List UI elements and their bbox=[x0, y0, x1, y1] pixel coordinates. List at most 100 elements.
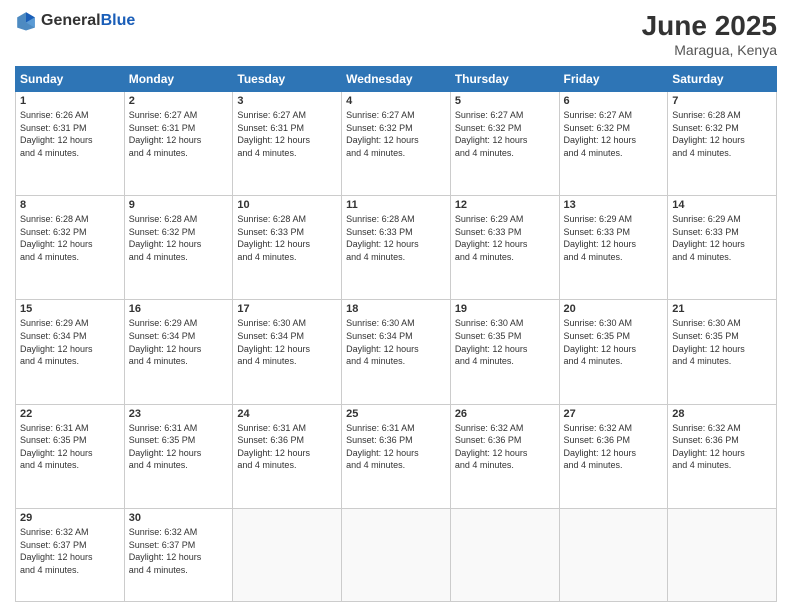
day-number: 20 bbox=[564, 303, 664, 315]
calendar-cell: 11 Sunrise: 6:28 AMSunset: 6:33 PMDayligh… bbox=[342, 196, 451, 300]
calendar-cell: 2 Sunrise: 6:27 AMSunset: 6:31 PMDaylight… bbox=[124, 92, 233, 196]
calendar-cell: 13 Sunrise: 6:29 AMSunset: 6:33 PMDayligh… bbox=[559, 196, 668, 300]
week-row-4: 22 Sunrise: 6:31 AMSunset: 6:35 PMDayligh… bbox=[16, 404, 777, 508]
calendar-cell: 17 Sunrise: 6:30 AMSunset: 6:34 PMDayligh… bbox=[233, 300, 342, 404]
day-info: Sunrise: 6:30 AMSunset: 6:34 PMDaylight:… bbox=[346, 317, 446, 367]
week-row-5: 29Sunrise: 6:32 AMSunset: 6:37 PMDayligh… bbox=[16, 508, 777, 601]
day-info: Sunrise: 6:29 AMSunset: 6:34 PMDaylight:… bbox=[129, 317, 229, 367]
weekday-header-friday: Friday bbox=[559, 67, 668, 92]
calendar-cell: 18 Sunrise: 6:30 AMSunset: 6:34 PMDayligh… bbox=[342, 300, 451, 404]
day-info: Sunrise: 6:31 AMSunset: 6:35 PMDaylight:… bbox=[20, 422, 120, 472]
day-info: Sunrise: 6:32 AMSunset: 6:37 PMDaylight:… bbox=[129, 526, 229, 576]
calendar-cell: 19 Sunrise: 6:30 AMSunset: 6:35 PMDayligh… bbox=[450, 300, 559, 404]
day-info: Sunrise: 6:27 AMSunset: 6:32 PMDaylight:… bbox=[564, 109, 664, 159]
calendar-cell: 1Sunrise: 6:26 AMSunset: 6:31 PMDaylight… bbox=[16, 92, 125, 196]
day-info: Sunrise: 6:30 AMSunset: 6:35 PMDaylight:… bbox=[564, 317, 664, 367]
logo: GeneralBlue bbox=[15, 10, 135, 32]
calendar-cell: 20 Sunrise: 6:30 AMSunset: 6:35 PMDayligh… bbox=[559, 300, 668, 404]
calendar-cell: 29Sunrise: 6:32 AMSunset: 6:37 PMDayligh… bbox=[16, 508, 125, 601]
day-number: 22 bbox=[20, 408, 120, 420]
day-info: Sunrise: 6:30 AMSunset: 6:34 PMDaylight:… bbox=[237, 317, 337, 367]
calendar-cell: 6 Sunrise: 6:27 AMSunset: 6:32 PMDaylight… bbox=[559, 92, 668, 196]
calendar-cell: 25 Sunrise: 6:31 AMSunset: 6:36 PMDayligh… bbox=[342, 404, 451, 508]
day-number: 19 bbox=[455, 303, 555, 315]
day-number: 13 bbox=[564, 199, 664, 211]
day-info: Sunrise: 6:30 AMSunset: 6:35 PMDaylight:… bbox=[672, 317, 772, 367]
day-info: Sunrise: 6:28 AMSunset: 6:33 PMDaylight:… bbox=[237, 213, 337, 263]
day-number: 16 bbox=[129, 303, 229, 315]
logo-general: General bbox=[41, 12, 101, 29]
calendar-cell: 28 Sunrise: 6:32 AMSunset: 6:36 PMDayligh… bbox=[668, 404, 777, 508]
day-info: Sunrise: 6:31 AMSunset: 6:35 PMDaylight:… bbox=[129, 422, 229, 472]
title-area: June 2025 Maragua, Kenya bbox=[642, 10, 777, 58]
calendar-cell bbox=[668, 508, 777, 601]
logo-text: GeneralBlue bbox=[41, 12, 135, 30]
day-info: Sunrise: 6:28 AMSunset: 6:32 PMDaylight:… bbox=[129, 213, 229, 263]
day-number: 15 bbox=[20, 303, 120, 315]
day-number: 11 bbox=[346, 199, 446, 211]
calendar-cell: 27 Sunrise: 6:32 AMSunset: 6:36 PMDayligh… bbox=[559, 404, 668, 508]
calendar-cell: 22 Sunrise: 6:31 AMSunset: 6:35 PMDayligh… bbox=[16, 404, 125, 508]
calendar-cell: 3 Sunrise: 6:27 AMSunset: 6:31 PMDaylight… bbox=[233, 92, 342, 196]
week-row-3: 15 Sunrise: 6:29 AMSunset: 6:34 PMDayligh… bbox=[16, 300, 777, 404]
day-number: 12 bbox=[455, 199, 555, 211]
day-info: Sunrise: 6:32 AMSunset: 6:36 PMDaylight:… bbox=[455, 422, 555, 472]
logo-blue: Blue bbox=[101, 12, 136, 29]
day-info: Sunrise: 6:30 AMSunset: 6:35 PMDaylight:… bbox=[455, 317, 555, 367]
day-info: Sunrise: 6:27 AMSunset: 6:31 PMDaylight:… bbox=[237, 109, 337, 159]
calendar-table: SundayMondayTuesdayWednesdayThursdayFrid… bbox=[15, 66, 777, 602]
day-number: 18 bbox=[346, 303, 446, 315]
day-info: Sunrise: 6:31 AMSunset: 6:36 PMDaylight:… bbox=[237, 422, 337, 472]
day-info: Sunrise: 6:28 AMSunset: 6:32 PMDaylight:… bbox=[672, 109, 772, 159]
day-info: Sunrise: 6:29 AMSunset: 6:34 PMDaylight:… bbox=[20, 317, 120, 367]
day-number: 14 bbox=[672, 199, 772, 211]
day-number: 27 bbox=[564, 408, 664, 420]
calendar-cell bbox=[450, 508, 559, 601]
day-info: Sunrise: 6:28 AMSunset: 6:33 PMDaylight:… bbox=[346, 213, 446, 263]
page: GeneralBlue June 2025 Maragua, Kenya Sun… bbox=[0, 0, 792, 612]
day-info: Sunrise: 6:31 AMSunset: 6:36 PMDaylight:… bbox=[346, 422, 446, 472]
day-number: 6 bbox=[564, 95, 664, 107]
day-info: Sunrise: 6:32 AMSunset: 6:36 PMDaylight:… bbox=[564, 422, 664, 472]
weekday-header-wednesday: Wednesday bbox=[342, 67, 451, 92]
calendar-cell: 30 Sunrise: 6:32 AMSunset: 6:37 PMDayligh… bbox=[124, 508, 233, 601]
header: GeneralBlue June 2025 Maragua, Kenya bbox=[15, 10, 777, 58]
day-info: Sunrise: 6:27 AMSunset: 6:32 PMDaylight:… bbox=[346, 109, 446, 159]
calendar-cell: 8Sunrise: 6:28 AMSunset: 6:32 PMDaylight… bbox=[16, 196, 125, 300]
day-info: Sunrise: 6:27 AMSunset: 6:32 PMDaylight:… bbox=[455, 109, 555, 159]
day-info: Sunrise: 6:29 AMSunset: 6:33 PMDaylight:… bbox=[564, 213, 664, 263]
calendar-cell: 24 Sunrise: 6:31 AMSunset: 6:36 PMDayligh… bbox=[233, 404, 342, 508]
day-number: 26 bbox=[455, 408, 555, 420]
weekday-header-thursday: Thursday bbox=[450, 67, 559, 92]
day-number: 30 bbox=[129, 512, 229, 524]
weekday-header-tuesday: Tuesday bbox=[233, 67, 342, 92]
day-number: 3 bbox=[237, 95, 337, 107]
calendar-cell bbox=[342, 508, 451, 601]
day-number: 24 bbox=[237, 408, 337, 420]
calendar-cell: 26 Sunrise: 6:32 AMSunset: 6:36 PMDayligh… bbox=[450, 404, 559, 508]
calendar-cell: 23 Sunrise: 6:31 AMSunset: 6:35 PMDayligh… bbox=[124, 404, 233, 508]
calendar-cell: 5Sunrise: 6:27 AMSunset: 6:32 PMDaylight… bbox=[450, 92, 559, 196]
day-info: Sunrise: 6:29 AMSunset: 6:33 PMDaylight:… bbox=[455, 213, 555, 263]
day-number: 28 bbox=[672, 408, 772, 420]
day-number: 25 bbox=[346, 408, 446, 420]
weekday-header-row: SundayMondayTuesdayWednesdayThursdayFrid… bbox=[16, 67, 777, 92]
day-number: 2 bbox=[129, 95, 229, 107]
calendar-cell bbox=[559, 508, 668, 601]
day-number: 1 bbox=[20, 95, 120, 107]
calendar-cell: 9 Sunrise: 6:28 AMSunset: 6:32 PMDaylight… bbox=[124, 196, 233, 300]
logo-icon bbox=[15, 10, 37, 32]
day-info: Sunrise: 6:32 AMSunset: 6:36 PMDaylight:… bbox=[672, 422, 772, 472]
weekday-header-monday: Monday bbox=[124, 67, 233, 92]
day-number: 21 bbox=[672, 303, 772, 315]
day-number: 17 bbox=[237, 303, 337, 315]
calendar-cell: 21 Sunrise: 6:30 AMSunset: 6:35 PMDayligh… bbox=[668, 300, 777, 404]
day-number: 4 bbox=[346, 95, 446, 107]
day-info: Sunrise: 6:27 AMSunset: 6:31 PMDaylight:… bbox=[129, 109, 229, 159]
weekday-header-saturday: Saturday bbox=[668, 67, 777, 92]
day-info: Sunrise: 6:29 AMSunset: 6:33 PMDaylight:… bbox=[672, 213, 772, 263]
calendar-cell bbox=[233, 508, 342, 601]
month-year: June 2025 bbox=[642, 10, 777, 42]
day-number: 23 bbox=[129, 408, 229, 420]
day-number: 9 bbox=[129, 199, 229, 211]
